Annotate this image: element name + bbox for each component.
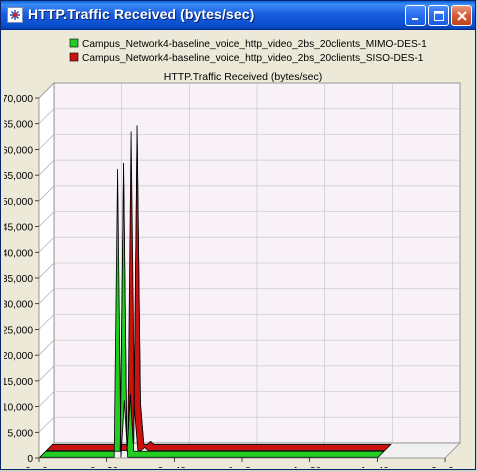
title-bar[interactable]: HTTP.Traffic Received (bytes/sec) bbox=[1, 1, 475, 30]
y-axis: 0 5,000 10,000 15,000 20,000 25,000 30,000 35,0… bbox=[4, 94, 39, 465]
opnet-app-icon bbox=[7, 7, 23, 23]
x-tick-label: 2m 0s bbox=[431, 466, 459, 468]
maximize-icon bbox=[433, 10, 444, 21]
legend-label-mimo: Campus_Network4-baseline_voice_http_vide… bbox=[82, 39, 427, 50]
x-tick-label: 0m 20s bbox=[90, 466, 123, 468]
y-tick-label: 25,000 bbox=[4, 325, 33, 336]
y-tick-label: 60,000 bbox=[4, 145, 33, 156]
x-tick-label: 1m 0s bbox=[228, 466, 256, 468]
y-tick-label: 30,000 bbox=[4, 300, 33, 311]
chart-window: HTTP.Traffic Received (bytes/sec) Campus… bbox=[0, 0, 476, 470]
legend-label-siso: Campus_Network4-baseline_voice_http_vide… bbox=[82, 53, 424, 64]
y-tick-label: 55,000 bbox=[4, 171, 33, 182]
close-icon bbox=[456, 10, 467, 21]
x-tick-label: 1m 40s bbox=[361, 466, 394, 468]
legend-swatch-siso bbox=[69, 52, 79, 62]
y-tick-label: 10,000 bbox=[4, 403, 33, 414]
y-tick-label: 65,000 bbox=[4, 120, 33, 131]
y-tick-label: 45,000 bbox=[4, 223, 33, 234]
legend-swatch-mimo bbox=[69, 38, 79, 48]
y-tick-label: 35,000 bbox=[4, 274, 33, 285]
y-tick-label: 5,000 bbox=[8, 428, 34, 439]
plot-box bbox=[38, 82, 461, 459]
chart-title: HTTP.Traffic Received (bytes/sec) bbox=[164, 71, 323, 83]
maximize-button[interactable] bbox=[428, 5, 449, 26]
x-tick-label: 0m 40s bbox=[158, 466, 191, 468]
chart-area: Campus_Network4-baseline_voice_http_vide… bbox=[4, 30, 472, 468]
x-axis: 0m 0s 0m 20s 0m 40s 1m 0s 1m 20s 1m 40s 2m 0s bbox=[25, 458, 459, 468]
close-button[interactable] bbox=[451, 5, 472, 26]
y-tick-label: 50,000 bbox=[4, 197, 33, 208]
minimize-icon bbox=[411, 17, 418, 20]
x-tick-label: 0m 0s bbox=[25, 466, 53, 468]
minimize-button[interactable] bbox=[405, 5, 426, 26]
window-title: HTTP.Traffic Received (bytes/sec) bbox=[28, 6, 255, 22]
x-tick-label: 1m 20s bbox=[293, 466, 326, 468]
y-tick-label: 20,000 bbox=[4, 351, 33, 362]
y-tick-label: 0 bbox=[27, 454, 33, 465]
legend: Campus_Network4-baseline_voice_http_vide… bbox=[69, 38, 427, 64]
y-tick-label: 15,000 bbox=[4, 377, 33, 388]
y-tick-label: 70,000 bbox=[4, 94, 33, 105]
y-tick-label: 40,000 bbox=[4, 248, 33, 259]
line-chart: Campus_Network4-baseline_voice_http_vide… bbox=[4, 38, 461, 468]
